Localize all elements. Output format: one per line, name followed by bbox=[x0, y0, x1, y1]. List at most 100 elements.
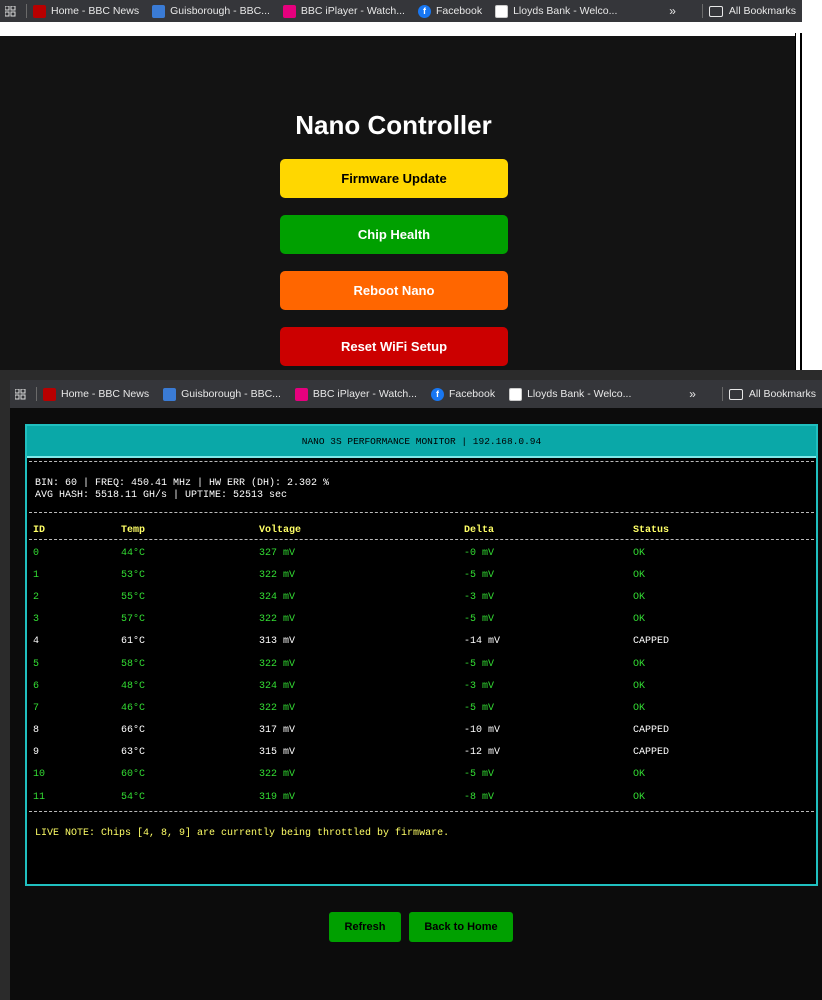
nano-controller-panel: Nano Controller Firmware Update Chip Hea… bbox=[0, 36, 795, 370]
cell-voltage: 322 mV bbox=[259, 769, 296, 781]
window-edge bbox=[795, 33, 802, 370]
bookmarks-separator bbox=[701, 4, 703, 18]
cell-status: OK bbox=[633, 791, 646, 803]
bookmark-bbc-news[interactable]: Home - BBC News bbox=[43, 387, 149, 401]
bookmark-iplayer[interactable]: BBC iPlayer - Watch... bbox=[294, 387, 417, 401]
cell-voltage: 324 mV bbox=[259, 591, 296, 603]
reset-wifi-button[interactable]: Reset WiFi Setup bbox=[280, 327, 508, 366]
bookmark-label: Guisborough - BBC... bbox=[181, 388, 281, 400]
chip-health-button[interactable]: Chip Health bbox=[280, 215, 508, 254]
cell-voltage: 313 mV bbox=[259, 636, 296, 648]
cell-status: OK bbox=[633, 569, 646, 581]
bookmark-label: Facebook bbox=[448, 388, 496, 400]
lloyds-icon bbox=[495, 4, 509, 18]
cell-id: 10 bbox=[33, 769, 46, 781]
firmware-update-button[interactable]: Firmware Update bbox=[280, 159, 508, 198]
performance-monitor-panel: NANO 3S PERFORMANCE MONITOR | 192.168.0.… bbox=[25, 424, 818, 886]
bookmark-facebook[interactable]: f Facebook bbox=[417, 4, 482, 18]
page-title: Nano Controller bbox=[295, 110, 492, 140]
cell-status: OK bbox=[633, 591, 646, 603]
weather-icon bbox=[163, 387, 177, 401]
lloyds-icon bbox=[509, 387, 523, 401]
cell-status: OK bbox=[633, 658, 646, 670]
cell-status: CAPPED bbox=[633, 725, 670, 737]
cell-delta: -3 mV bbox=[464, 680, 495, 692]
back-to-home-button[interactable]: Back to Home bbox=[409, 912, 513, 942]
table-row: 1 53°C 322 mV -5 mV OK bbox=[27, 564, 816, 586]
column-header-voltage: Voltage bbox=[259, 525, 302, 536]
bookmark-label: BBC iPlayer - Watch... bbox=[300, 5, 405, 17]
column-header-temp: Temp bbox=[121, 525, 146, 536]
bookmark-facebook[interactable]: f Facebook bbox=[430, 387, 496, 401]
cell-id: 9 bbox=[33, 747, 40, 759]
cell-voltage: 322 mV bbox=[259, 569, 296, 581]
apps-grid-icon[interactable] bbox=[0, 0, 20, 22]
all-bookmarks-label: All Bookmarks bbox=[748, 388, 816, 400]
bookmarks-separator bbox=[26, 4, 27, 18]
bookmark-lloyds[interactable]: Lloyds Bank - Welco... bbox=[509, 387, 631, 401]
monitor-header: NANO 3S PERFORMANCE MONITOR | 192.168.0.… bbox=[27, 426, 816, 458]
all-bookmarks-button[interactable]: All Bookmarks bbox=[728, 388, 816, 400]
cell-temp: 46°C bbox=[121, 702, 146, 714]
bottom-screenshot: Home - BBC News Guisborough - BBC... BBC… bbox=[0, 370, 822, 1000]
more-bookmarks-chevron-icon[interactable]: » bbox=[669, 4, 676, 18]
iplayer-icon bbox=[294, 387, 308, 401]
cell-delta: -12 mV bbox=[464, 747, 501, 759]
cell-delta: -8 mV bbox=[464, 791, 495, 803]
refresh-button[interactable]: Refresh bbox=[329, 912, 401, 942]
column-header-delta: Delta bbox=[464, 525, 495, 536]
cell-temp: 57°C bbox=[121, 614, 146, 626]
facebook-icon: f bbox=[417, 4, 431, 18]
cell-temp: 60°C bbox=[121, 769, 146, 781]
stats-line-1: BIN: 60 | FREQ: 450.41 MHz | HW ERR (DH)… bbox=[35, 478, 330, 489]
iplayer-icon bbox=[282, 4, 296, 18]
cell-status: OK bbox=[633, 769, 646, 781]
cell-voltage: 327 mV bbox=[259, 547, 296, 559]
cell-id: 4 bbox=[33, 636, 40, 648]
bookmark-guisborough[interactable]: Guisborough - BBC... bbox=[152, 4, 270, 18]
bookmark-iplayer[interactable]: BBC iPlayer - Watch... bbox=[282, 4, 405, 18]
cell-delta: -5 mV bbox=[464, 614, 495, 626]
cell-id: 11 bbox=[33, 791, 46, 803]
bookmarks-separator bbox=[36, 387, 37, 401]
cell-voltage: 324 mV bbox=[259, 680, 296, 692]
cell-temp: 61°C bbox=[121, 636, 146, 648]
table-row: 2 55°C 324 mV -3 mV OK bbox=[27, 586, 816, 608]
table-row: 8 66°C 317 mV -10 mV CAPPED bbox=[27, 720, 816, 742]
table-row: 7 46°C 322 mV -5 mV OK bbox=[27, 697, 816, 719]
cell-temp: 55°C bbox=[121, 591, 146, 603]
column-header-id: ID bbox=[33, 525, 46, 536]
table-row: 4 61°C 313 mV -14 mV CAPPED bbox=[27, 631, 816, 653]
cell-temp: 63°C bbox=[121, 747, 146, 759]
table-header: ID Temp Voltage Delta Status bbox=[27, 513, 816, 539]
cell-voltage: 317 mV bbox=[259, 725, 296, 737]
cell-temp: 58°C bbox=[121, 658, 146, 670]
more-bookmarks-chevron-icon[interactable]: » bbox=[689, 387, 696, 401]
all-bookmarks-button[interactable]: All Bookmarks bbox=[708, 5, 796, 17]
bookmark-label: Home - BBC News bbox=[51, 5, 140, 17]
top-screenshot: Home - BBC News Guisborough - BBC... BBC… bbox=[0, 0, 822, 370]
bookmark-bbc-news[interactable]: Home - BBC News bbox=[33, 4, 140, 18]
cell-delta: -5 mV bbox=[464, 702, 495, 714]
cell-voltage: 315 mV bbox=[259, 747, 296, 759]
cell-temp: 48°C bbox=[121, 680, 146, 692]
bookmark-lloyds[interactable]: Lloyds Bank - Welco... bbox=[495, 4, 617, 18]
cell-voltage: 322 mV bbox=[259, 658, 296, 670]
cell-id: 6 bbox=[33, 680, 40, 692]
cell-status: OK bbox=[633, 702, 646, 714]
bookmark-label: BBC iPlayer - Watch... bbox=[312, 388, 417, 400]
apps-grid-icon[interactable] bbox=[10, 383, 30, 405]
bookmark-guisborough[interactable]: Guisborough - BBC... bbox=[163, 387, 281, 401]
cell-delta: -0 mV bbox=[464, 547, 495, 559]
bookmarks-separator bbox=[721, 387, 723, 401]
cell-id: 3 bbox=[33, 614, 40, 626]
stats-block: BIN: 60 | FREQ: 450.41 MHz | HW ERR (DH)… bbox=[27, 462, 816, 512]
bookmark-label: Guisborough - BBC... bbox=[170, 5, 270, 17]
table-row: 9 63°C 315 mV -12 mV CAPPED bbox=[27, 742, 816, 764]
all-bookmarks-label: All Bookmarks bbox=[728, 5, 796, 17]
table-row: 3 57°C 322 mV -5 mV OK bbox=[27, 609, 816, 631]
table-row: 10 60°C 322 mV -5 mV OK bbox=[27, 764, 816, 786]
reboot-nano-button[interactable]: Reboot Nano bbox=[280, 271, 508, 310]
table-row: 11 54°C 319 mV -8 mV OK bbox=[27, 786, 816, 808]
cell-delta: -3 mV bbox=[464, 591, 495, 603]
